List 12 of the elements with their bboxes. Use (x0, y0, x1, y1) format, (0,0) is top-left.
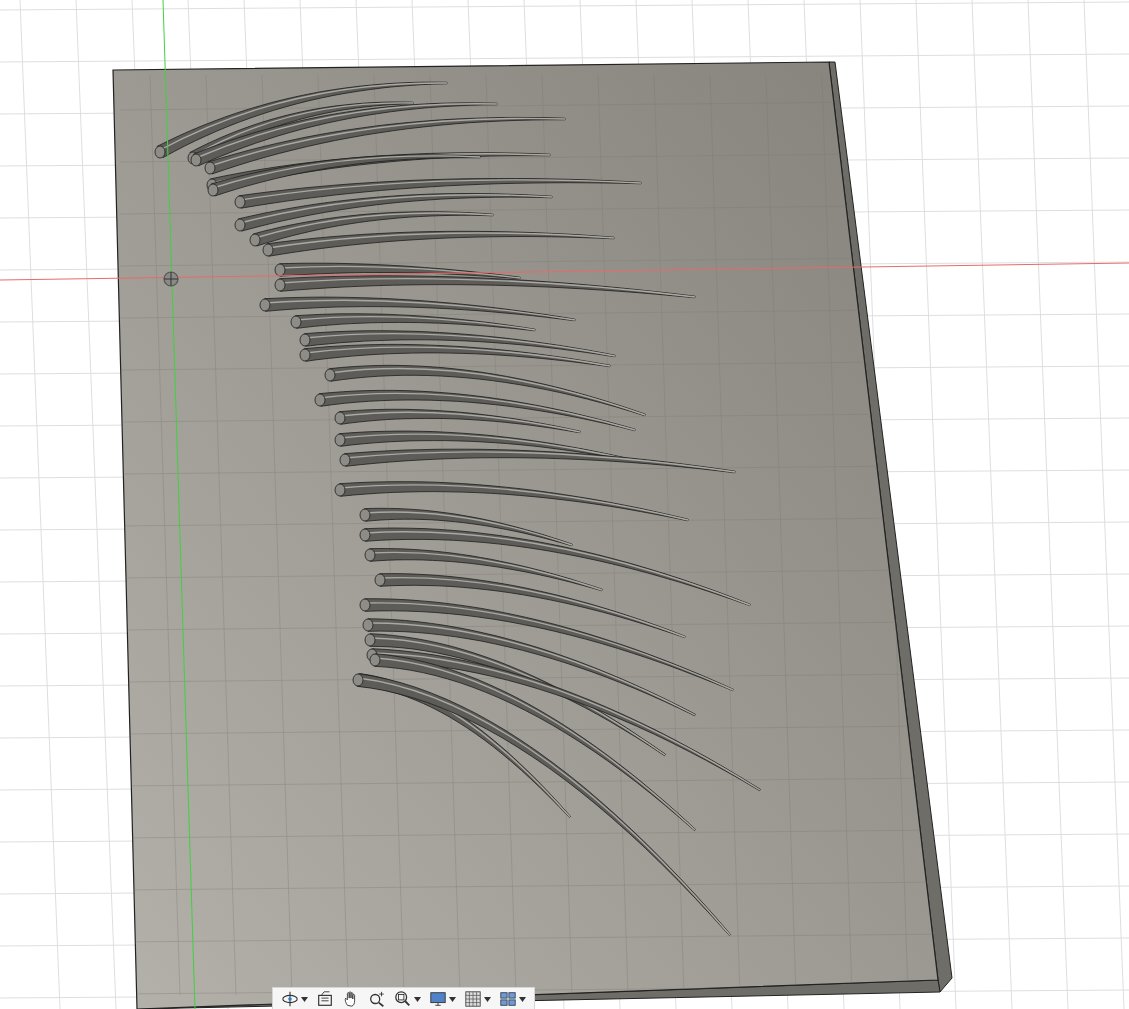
viewports-button[interactable] (497, 989, 528, 1009)
orbit-icon (281, 990, 299, 1008)
box-icon (316, 990, 334, 1008)
origin-icon (163, 271, 179, 287)
monitor-icon (429, 990, 447, 1008)
layout-icon (499, 990, 517, 1008)
fit-button[interactable] (392, 989, 423, 1009)
orbit-button[interactable] (279, 989, 310, 1009)
grid-button[interactable] (462, 989, 493, 1009)
zoom-fit-icon (394, 990, 412, 1008)
zoom-icon (368, 990, 386, 1008)
display-button[interactable] (427, 989, 458, 1009)
